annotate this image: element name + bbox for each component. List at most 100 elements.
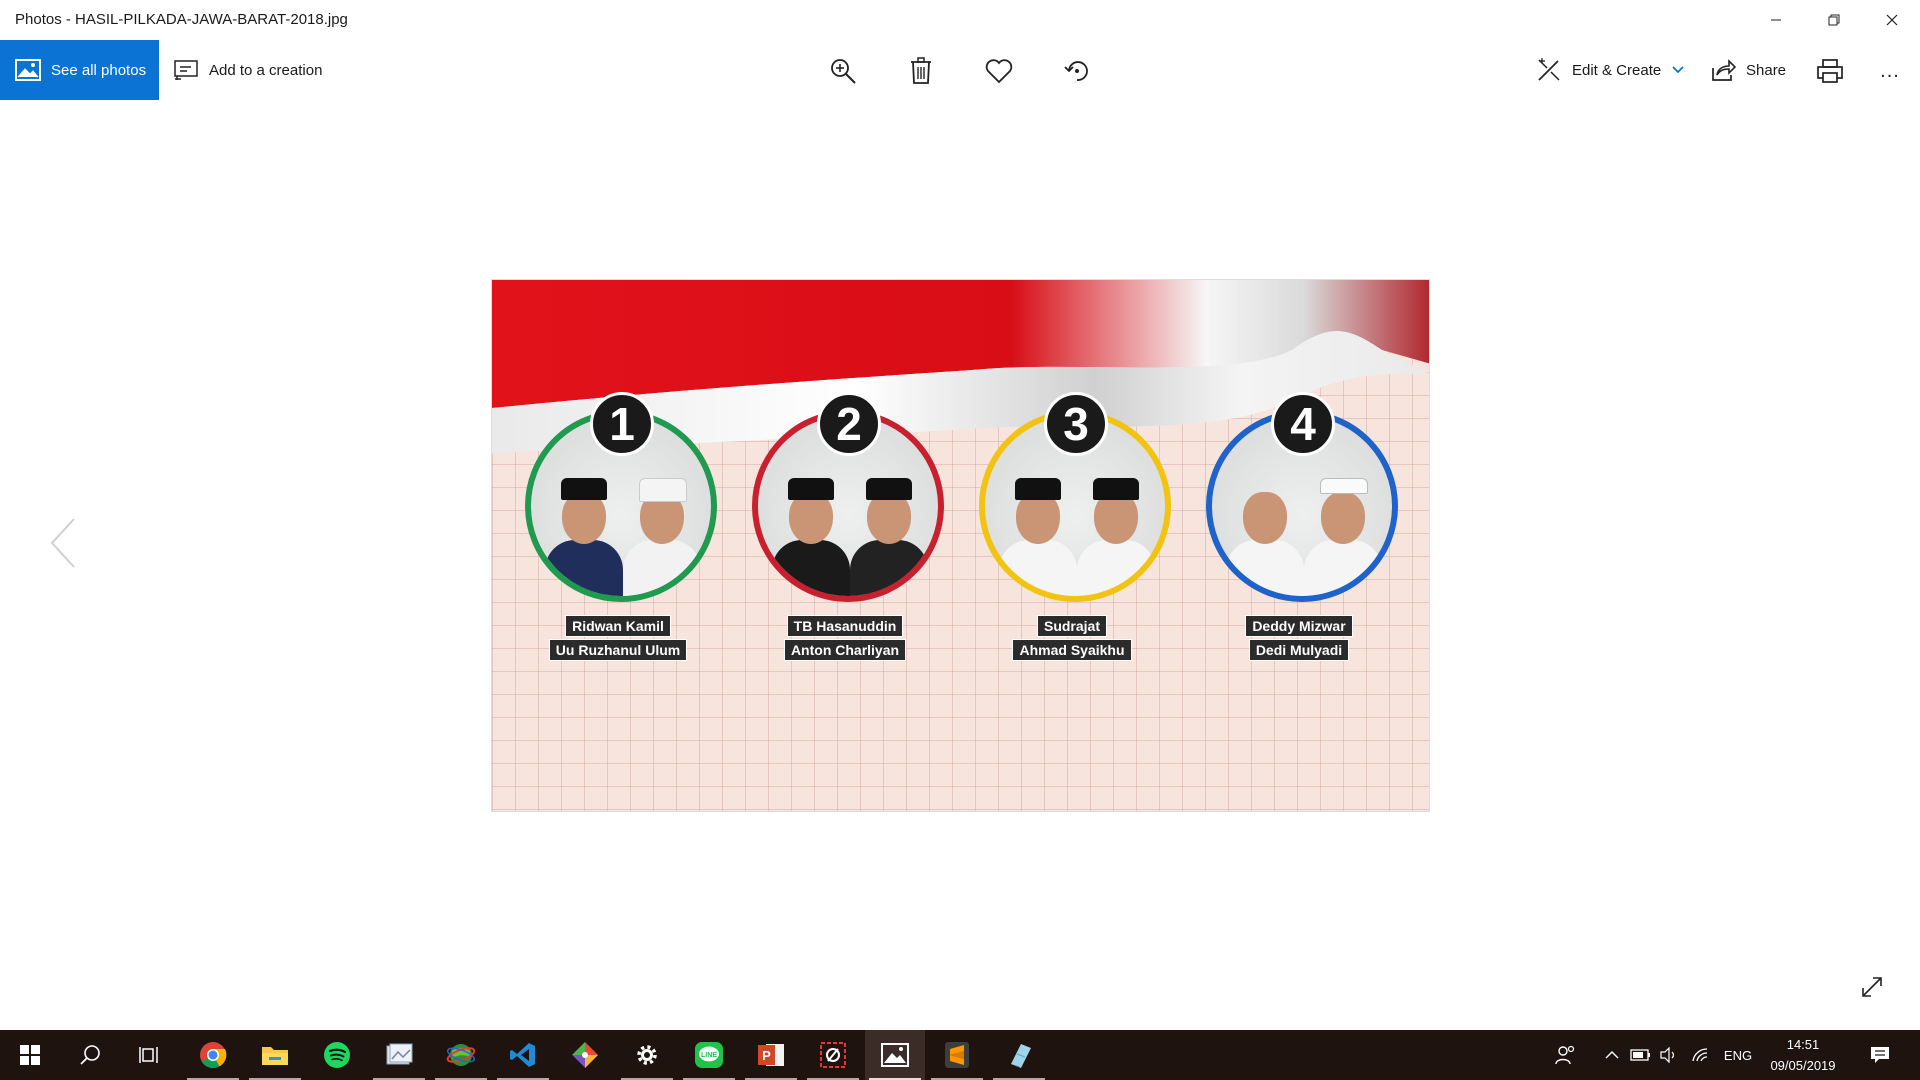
battery-icon [1630,1049,1650,1061]
input-language-button[interactable]: ENG [1718,1030,1758,1080]
taskbar-settings[interactable] [617,1030,677,1080]
minimize-icon [1771,19,1781,21]
taskbar-chrome[interactable] [183,1030,243,1080]
clock-time: 14:51 [1786,1037,1820,1052]
see-all-photos-button[interactable]: See all photos [0,40,159,100]
taskbar: LINE P ENG 14:51 09/05/2019 [0,1030,1920,1080]
clock-date: 09/05/2019 [1770,1058,1836,1073]
file-explorer-icon [262,1047,288,1065]
trash-icon [911,57,931,84]
wifi-button[interactable] [1688,1030,1714,1080]
see-all-photos-label: See all photos [51,61,147,79]
delete-button[interactable] [904,54,938,88]
taskbar-snipping-tool[interactable] [803,1030,863,1080]
candidate-photo [772,474,850,596]
photo-viewer: 1 Ridwan Kamil Uu Ruzhanul Ulum 2 TB Has… [0,100,1920,1030]
expand-icon [1862,977,1882,997]
candidate-name-1: Deddy Mizwar [1245,615,1353,637]
taskbar-line[interactable]: LINE [679,1030,739,1080]
chevron-up-icon [1605,1051,1619,1059]
more-options-button[interactable]: ... [1873,54,1907,88]
fullscreen-button[interactable] [1860,975,1884,1004]
settings-gear-icon [637,1045,657,1065]
people-button[interactable] [1550,1030,1582,1080]
candidate-photo [545,474,623,596]
edit-pencil-icon [1538,58,1560,81]
add-creation-icon [174,60,198,80]
taskbar-spotify[interactable] [307,1030,367,1080]
candidate-name-1: Sudrajat [1036,615,1107,637]
edit-create-label: Edit & Create [1572,61,1662,79]
taskbar-vscode[interactable] [493,1030,553,1080]
candidate-card-1: 1 Ridwan Kamil Uu Ruzhanul Ulum [520,392,720,662]
zoom-button[interactable] [826,54,860,88]
taskbar-notepad[interactable] [989,1030,1049,1080]
candidate-name-2: Ahmad Syaikhu [1012,639,1132,661]
photo-image: 1 Ridwan Kamil Uu Ruzhanul Ulum 2 TB Has… [491,279,1430,812]
candidate-number: 4 [1271,392,1335,456]
heart-icon [985,59,1013,84]
candidate-names: Deddy Mizwar Dedi Mulyadi [1201,614,1397,662]
title-bar: Photos - HASIL-PILKADA-JAWA-BARAT-2018.j… [0,0,1920,40]
action-center-button[interactable] [1862,1030,1898,1080]
candidate-name-1: Ridwan Kamil [565,615,671,637]
chevron-down-icon [1672,66,1684,74]
minimize-button[interactable] [1748,0,1804,40]
task-view-button[interactable] [120,1030,180,1080]
candidate-card-2: 2 TB Hasanuddin Anton Charliyan [747,392,947,662]
candidate-names: Sudrajat Ahmad Syaikhu [974,614,1170,662]
taskbar-search-button[interactable] [60,1030,120,1080]
add-to-creation-button[interactable]: Add to a creation [173,40,322,100]
line-icon: LINE [695,1042,723,1068]
candidate-number: 3 [1044,392,1108,456]
start-button[interactable] [0,1030,60,1080]
taskbar-photo-viewer[interactable] [369,1030,429,1080]
spotify-icon [324,1042,350,1068]
previous-photo-button[interactable] [48,515,78,576]
notepad-icon [1011,1044,1031,1068]
taskbar-powerpoint[interactable]: P [741,1030,801,1080]
show-hidden-icons-button[interactable] [1600,1030,1624,1080]
candidate-photo [850,474,928,596]
restore-icon [1828,14,1840,26]
chrome-icon [200,1042,227,1069]
restore-button[interactable] [1806,0,1862,40]
chevron-left-icon [50,518,75,568]
window-title: Photos - HASIL-PILKADA-JAWA-BARAT-2018.j… [15,11,348,28]
battery-button[interactable] [1628,1030,1654,1080]
edit-create-button[interactable]: Edit & Create [1536,40,1695,100]
candidate-photo [623,474,701,596]
taskbar-network-app[interactable] [431,1030,491,1080]
candidate-names: Ridwan Kamil Uu Ruzhanul Ulum [520,614,716,662]
language-indicator: ENG [1723,1047,1753,1063]
svg-text:P: P [762,1048,771,1063]
snipping-icon [820,1042,846,1068]
photos-icon [881,1043,909,1067]
system-clock[interactable]: 14:51 09/05/2019 [1760,1034,1846,1076]
git-icon [572,1042,598,1068]
close-button[interactable] [1864,0,1920,40]
windows-start-icon [20,1045,40,1065]
share-button[interactable]: Share [1710,40,1786,100]
candidate-photo [1077,474,1155,596]
taskbar-sublime-text[interactable] [927,1030,987,1080]
more-dots-icon: ... [1880,59,1900,82]
volume-button[interactable] [1656,1030,1682,1080]
candidate-card-3: 3 Sudrajat Ahmad Syaikhu [974,392,1174,662]
share-label: Share [1746,61,1787,79]
candidate-photo [1304,474,1382,596]
favorite-button[interactable] [982,54,1016,88]
network-globe-icon [446,1044,476,1066]
taskbar-photos[interactable] [865,1030,925,1080]
task-view-icon [139,1047,158,1063]
print-button[interactable] [1813,54,1847,88]
volume-icon [1660,1047,1675,1063]
add-to-creation-label: Add to a creation [209,61,323,79]
search-icon [80,1045,100,1065]
taskbar-file-explorer[interactable] [245,1030,305,1080]
taskbar-git[interactable] [555,1030,615,1080]
notification-icon [1871,1047,1889,1063]
candidate-name-2: Anton Charliyan [783,639,907,661]
candidate-name-1: TB Hasanuddin [786,615,904,637]
rotate-button[interactable] [1060,54,1094,88]
